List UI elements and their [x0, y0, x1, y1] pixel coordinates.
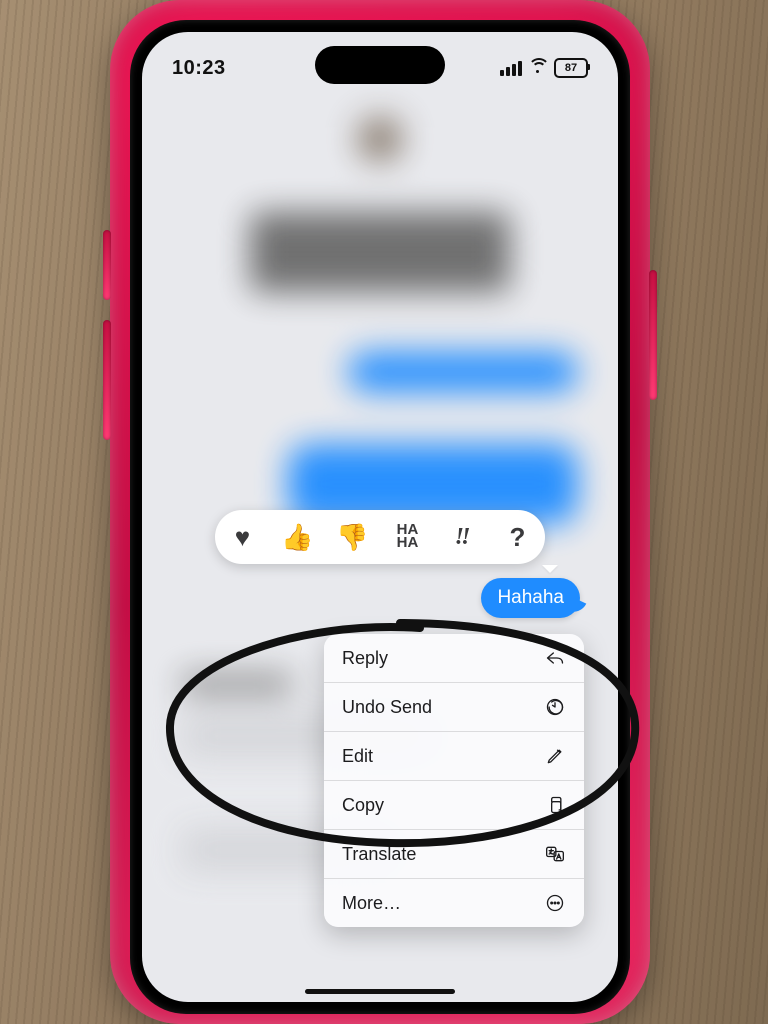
- menu-more[interactable]: More…: [324, 879, 584, 927]
- message-context-menu: Reply Undo Send Edit: [324, 634, 584, 927]
- selected-message-bubble[interactable]: Hahaha: [481, 578, 580, 618]
- tapback-haha[interactable]: HA HA: [385, 524, 431, 550]
- menu-undo-send-label: Undo Send: [342, 697, 432, 718]
- translate-icon: [544, 843, 566, 865]
- tapback-thumbs-down[interactable]: 👎: [330, 522, 376, 553]
- tapback-question[interactable]: ?: [495, 522, 541, 553]
- menu-edit[interactable]: Edit: [324, 732, 584, 781]
- battery-level: 87: [565, 62, 577, 74]
- menu-reply-label: Reply: [342, 648, 388, 669]
- tapback-exclaim[interactable]: ‼: [440, 524, 486, 551]
- menu-translate-label: Translate: [342, 844, 416, 865]
- phone-screen: 10:23 87: [142, 32, 618, 1002]
- tapback-haha-bot: HA: [385, 537, 431, 550]
- tapback-tail: [542, 565, 558, 581]
- undo-icon: [544, 696, 566, 718]
- menu-copy-label: Copy: [342, 795, 384, 816]
- tapback-thumbs-up[interactable]: 👍: [275, 522, 321, 553]
- status-time: 10:23: [172, 57, 226, 80]
- menu-edit-label: Edit: [342, 746, 373, 767]
- menu-translate[interactable]: Translate: [324, 830, 584, 879]
- pencil-icon: [544, 745, 566, 767]
- home-indicator[interactable]: [305, 989, 455, 994]
- dynamic-island: [315, 46, 445, 84]
- reply-icon: [544, 647, 566, 669]
- menu-copy[interactable]: Copy: [324, 781, 584, 830]
- phone-bezel: 10:23 87: [130, 20, 630, 1014]
- battery-icon: 87: [554, 58, 588, 78]
- copy-icon: [544, 794, 566, 816]
- more-icon: [544, 892, 566, 914]
- power-button: [649, 270, 657, 400]
- wifi-icon: [528, 61, 548, 76]
- tapback-heart[interactable]: ♥: [220, 522, 266, 553]
- menu-reply[interactable]: Reply: [324, 634, 584, 683]
- menu-more-label: More…: [342, 893, 401, 914]
- tapback-bar: ♥ 👍 👎 HA HA ‼ ?: [215, 510, 545, 564]
- menu-undo-send[interactable]: Undo Send: [324, 683, 584, 732]
- signal-icon: [500, 61, 522, 76]
- phone-case: 10:23 87: [110, 0, 650, 1024]
- selected-message-text: Hahaha: [497, 587, 564, 608]
